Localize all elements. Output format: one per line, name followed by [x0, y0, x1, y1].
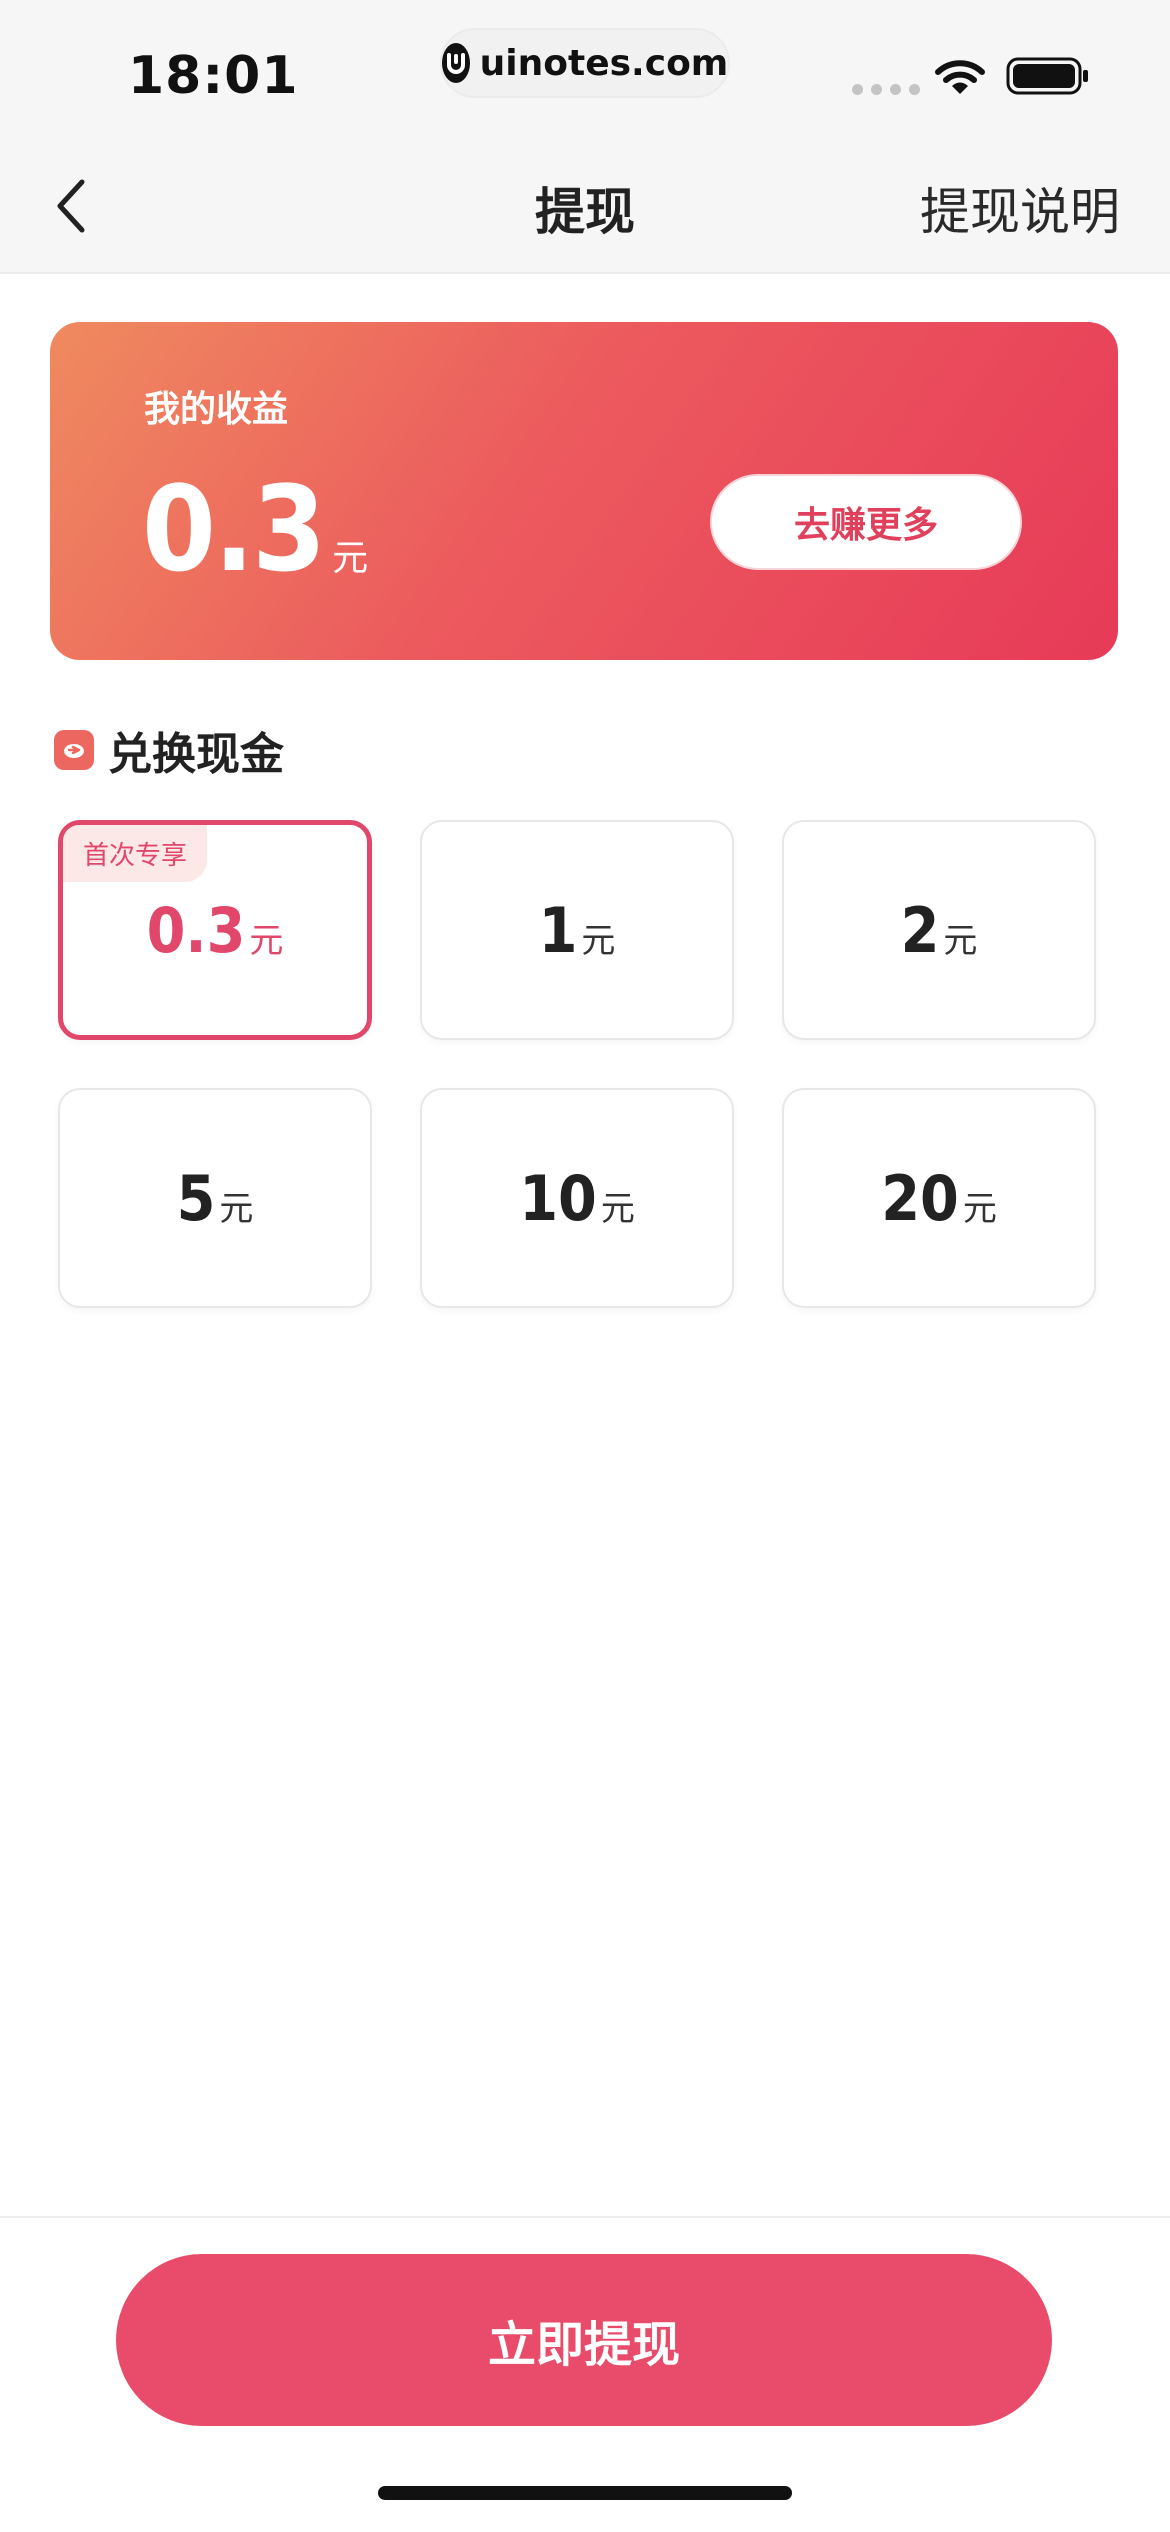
option-value: 2: [900, 893, 940, 967]
earn-more-button[interactable]: 去赚更多: [710, 474, 1022, 570]
option-amount: 0.3 元: [147, 894, 284, 967]
option-value: 5: [176, 1161, 216, 1235]
option-unit: 元: [962, 1188, 997, 1229]
earnings-card: 我的收益 0.3 元 去赚更多: [50, 322, 1118, 660]
option-unit: 元: [219, 1188, 254, 1229]
option-value: 1: [538, 893, 578, 967]
option-amount: 2 元: [901, 894, 978, 967]
url-pill[interactable]: uinotes.com: [440, 28, 730, 98]
exchange-cash-title: 兑换现金: [108, 729, 284, 780]
amount-option-10[interactable]: 10 元: [420, 1088, 734, 1308]
withdraw-now-button[interactable]: 立即提现: [116, 2254, 1052, 2426]
option-unit: 元: [600, 1188, 635, 1229]
withdraw-instructions-link[interactable]: 提现说明: [920, 172, 1120, 244]
first-exclusive-badge: 首次专享: [63, 825, 208, 882]
status-time: 18:01: [128, 46, 299, 106]
option-amount: 1 元: [539, 894, 616, 967]
bottom-divider: [0, 2216, 1170, 2218]
top-area: 18:01 uinotes.com 提现 提现说明: [0, 0, 1170, 274]
page-title: 提现: [535, 183, 635, 241]
earnings-label: 我的收益: [144, 389, 289, 430]
site-logo-icon: [441, 43, 470, 83]
amount-option-20[interactable]: 20 元: [782, 1088, 1096, 1308]
option-value: 10: [519, 1161, 597, 1235]
earnings-value: 0.3: [142, 460, 326, 598]
option-unit: 元: [249, 920, 284, 961]
battery-icon: [1006, 56, 1090, 100]
option-amount: 20 元: [881, 1162, 997, 1235]
amount-option-1[interactable]: 1 元: [420, 820, 734, 1040]
home-indicator: [378, 2486, 792, 2500]
amount-option-5[interactable]: 5 元: [58, 1088, 372, 1308]
option-unit: 元: [943, 920, 978, 961]
amount-option-0-3[interactable]: 首次专享 0.3 元: [58, 820, 372, 1040]
wifi-icon: [934, 58, 986, 102]
option-value: 20: [881, 1161, 959, 1235]
amount-option-2[interactable]: 2 元: [782, 820, 1096, 1040]
chevron-left-icon: [57, 179, 85, 233]
exchange-cash-header: 兑换现金: [54, 718, 284, 782]
option-amount: 10 元: [519, 1162, 635, 1235]
url-text: uinotes.com: [479, 42, 729, 84]
back-button[interactable]: [40, 168, 104, 244]
option-unit: 元: [581, 920, 616, 961]
option-amount: 5 元: [177, 1162, 254, 1235]
cellular-signal-icon: [852, 84, 920, 95]
earnings-amount: 0.3 元: [142, 470, 368, 588]
option-value: 0.3: [146, 893, 246, 967]
earnings-unit: 元: [332, 538, 369, 579]
cash-exchange-icon: [54, 730, 94, 770]
